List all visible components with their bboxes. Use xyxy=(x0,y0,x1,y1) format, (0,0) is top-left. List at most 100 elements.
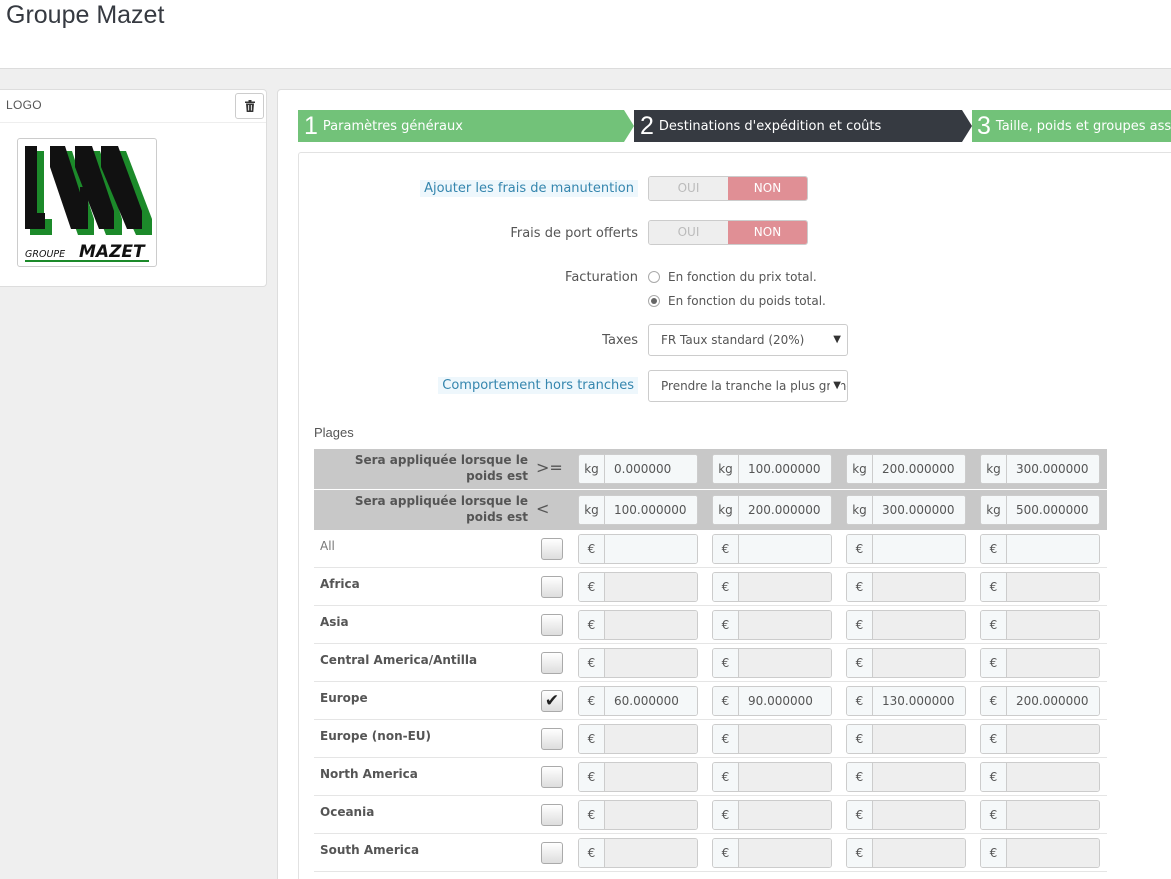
switch-option-yes[interactable]: OUI xyxy=(649,221,728,244)
range-to-input[interactable]: kg 300.000000 xyxy=(846,495,966,525)
price-value[interactable] xyxy=(1007,801,1099,829)
zone-price-input[interactable]: € xyxy=(578,534,698,564)
zone-price-input[interactable]: € xyxy=(846,610,966,640)
billing-option-price[interactable]: En fonction du prix total. xyxy=(648,270,817,284)
free-shipping-switch[interactable]: OUI NON xyxy=(648,220,808,245)
price-value[interactable] xyxy=(739,763,831,791)
price-value[interactable] xyxy=(739,725,831,753)
zone-price-input[interactable]: €130.000000 xyxy=(846,686,966,716)
zone-checkbox[interactable] xyxy=(541,652,563,674)
price-value[interactable] xyxy=(605,725,697,753)
zone-checkbox[interactable]: ✔ xyxy=(541,690,563,712)
zone-price-input[interactable]: € xyxy=(712,648,832,678)
zone-price-input[interactable]: € xyxy=(980,610,1100,640)
price-value[interactable] xyxy=(1007,535,1099,563)
zone-price-input[interactable]: € xyxy=(712,838,832,868)
zone-price-input[interactable]: € xyxy=(846,800,966,830)
radio-button[interactable] xyxy=(648,295,660,307)
zone-checkbox[interactable] xyxy=(541,728,563,750)
wizard-step-1[interactable]: 1 Paramètres généraux xyxy=(298,110,634,142)
zone-price-input[interactable]: € xyxy=(712,534,832,564)
out-of-range-select[interactable]: Prendre la tranche la plus grande ▼ xyxy=(648,370,848,402)
price-value[interactable] xyxy=(873,611,965,639)
price-value[interactable] xyxy=(1007,649,1099,677)
taxes-select[interactable]: FR Taux standard (20%) ▼ xyxy=(648,324,848,356)
zone-checkbox[interactable] xyxy=(541,766,563,788)
zone-checkbox[interactable] xyxy=(541,614,563,636)
price-value[interactable] xyxy=(873,763,965,791)
billing-option-weight[interactable]: En fonction du poids total. xyxy=(648,294,826,308)
price-value[interactable] xyxy=(739,535,831,563)
range-from-input[interactable]: kg 0.000000 xyxy=(578,454,698,484)
range-value[interactable]: 300.000000 xyxy=(1007,455,1099,483)
wizard-step-2[interactable]: 2 Destinations d'expédition et coûts xyxy=(634,110,972,142)
price-value[interactable]: 90.000000 xyxy=(739,687,831,715)
price-value[interactable] xyxy=(1007,839,1099,867)
price-value[interactable] xyxy=(739,839,831,867)
zone-price-input[interactable]: € xyxy=(578,610,698,640)
price-value[interactable]: 200.000000 xyxy=(1007,687,1099,715)
price-value[interactable] xyxy=(605,649,697,677)
price-value[interactable]: 60.000000 xyxy=(605,687,697,715)
price-value[interactable] xyxy=(873,839,965,867)
price-value[interactable] xyxy=(605,763,697,791)
zone-price-input[interactable]: € xyxy=(980,800,1100,830)
zone-price-input[interactable]: € xyxy=(712,610,832,640)
range-value[interactable]: 500.000000 xyxy=(1007,496,1099,524)
zone-price-input[interactable]: €200.000000 xyxy=(980,686,1100,716)
zone-price-input[interactable]: € xyxy=(712,762,832,792)
price-value[interactable] xyxy=(739,649,831,677)
range-value[interactable]: 100.000000 xyxy=(605,496,697,524)
price-value[interactable] xyxy=(605,839,697,867)
range-to-input[interactable]: kg 100.000000 xyxy=(578,495,698,525)
zone-price-input[interactable]: €90.000000 xyxy=(712,686,832,716)
range-value[interactable]: 200.000000 xyxy=(739,496,831,524)
zone-price-input[interactable]: € xyxy=(846,724,966,754)
zone-price-input[interactable]: € xyxy=(578,800,698,830)
handling-fees-switch[interactable]: OUI NON xyxy=(648,176,808,201)
price-value[interactable] xyxy=(739,573,831,601)
price-value[interactable] xyxy=(1007,573,1099,601)
price-value[interactable] xyxy=(873,649,965,677)
wizard-step-3[interactable]: 3 Taille, poids et groupes asso xyxy=(972,110,1171,142)
zone-price-input[interactable]: € xyxy=(846,762,966,792)
range-from-input[interactable]: kg 300.000000 xyxy=(980,454,1100,484)
range-to-input[interactable]: kg 500.000000 xyxy=(980,495,1100,525)
price-value[interactable] xyxy=(605,801,697,829)
zone-checkbox[interactable] xyxy=(541,804,563,826)
radio-button[interactable] xyxy=(648,271,660,283)
zone-price-input[interactable]: € xyxy=(846,534,966,564)
zone-price-input[interactable]: € xyxy=(712,800,832,830)
zone-price-input[interactable]: €60.000000 xyxy=(578,686,698,716)
range-from-input[interactable]: kg 200.000000 xyxy=(846,454,966,484)
zone-price-input[interactable]: € xyxy=(578,724,698,754)
price-value[interactable] xyxy=(605,535,697,563)
price-value[interactable] xyxy=(873,535,965,563)
zone-price-input[interactable]: € xyxy=(980,838,1100,868)
price-value[interactable] xyxy=(739,611,831,639)
zone-price-input[interactable]: € xyxy=(980,572,1100,602)
price-value[interactable] xyxy=(1007,611,1099,639)
range-value[interactable]: 200.000000 xyxy=(873,455,965,483)
range-to-input[interactable]: kg 200.000000 xyxy=(712,495,832,525)
price-value[interactable] xyxy=(873,725,965,753)
zone-price-input[interactable]: € xyxy=(578,762,698,792)
switch-option-no[interactable]: NON xyxy=(728,177,807,200)
zone-checkbox[interactable] xyxy=(541,538,563,560)
price-value[interactable] xyxy=(1007,725,1099,753)
zone-price-input[interactable]: € xyxy=(980,648,1100,678)
zone-price-input[interactable]: € xyxy=(578,838,698,868)
price-value[interactable] xyxy=(873,801,965,829)
price-value[interactable] xyxy=(605,573,697,601)
zone-price-input[interactable]: € xyxy=(980,724,1100,754)
zone-price-input[interactable]: € xyxy=(980,762,1100,792)
zone-checkbox[interactable] xyxy=(541,576,563,598)
delete-logo-button[interactable] xyxy=(235,93,264,119)
zone-price-input[interactable]: € xyxy=(846,648,966,678)
zone-checkbox[interactable] xyxy=(541,842,563,864)
range-from-input[interactable]: kg 100.000000 xyxy=(712,454,832,484)
switch-option-no[interactable]: NON xyxy=(728,221,807,244)
price-value[interactable] xyxy=(1007,763,1099,791)
range-value[interactable]: 300.000000 xyxy=(873,496,965,524)
zone-price-input[interactable]: € xyxy=(578,572,698,602)
